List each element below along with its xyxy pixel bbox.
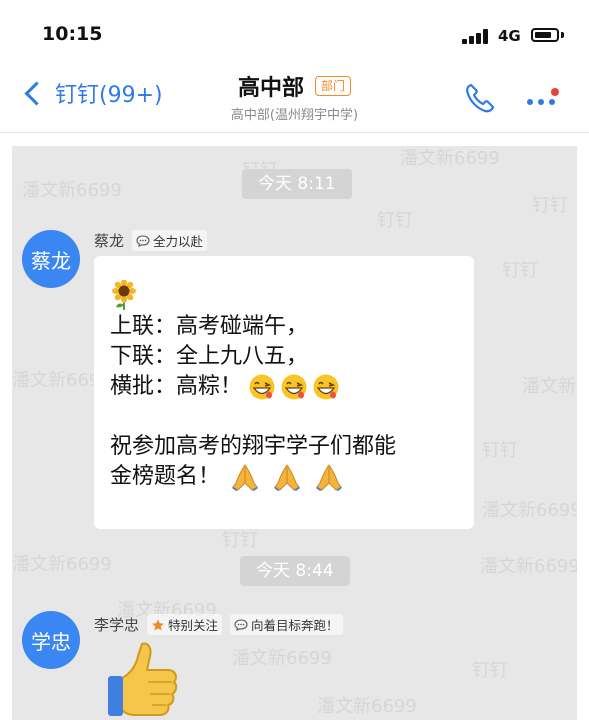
chat-area[interactable]: 潘文新6699 潘文新6699 钉钉 钉钉 钉钉 钉钉 潘文新6699 潘文新6…: [12, 146, 577, 720]
thumbs-up-sticker[interactable]: [104, 640, 184, 720]
message-line: 下联：全上九八五，: [110, 342, 396, 372]
grinning-face-icon: [313, 374, 339, 400]
timestamp-pill: 今天 8:44: [240, 556, 350, 586]
message-line: 金榜题名！: [110, 462, 396, 492]
status-chip: 向着目标奔跑！: [230, 614, 343, 635]
signal-icon: [462, 28, 492, 44]
phone-icon[interactable]: [462, 80, 498, 116]
emoji-row: [230, 463, 344, 491]
sender-name: 蔡龙: [94, 232, 125, 250]
speech-bubble-icon: [234, 618, 248, 631]
watermark: 潘文新6699: [12, 554, 112, 575]
watermark: 钉钉: [502, 260, 538, 281]
watermark: 潘文新6699: [522, 376, 577, 397]
nav-bar: 钉钉(99+) 高中部 部门 高中部(温州翔宇中学): [0, 62, 589, 133]
folded-hands-icon: [316, 464, 343, 491]
watermark: 潘文新6699: [317, 696, 417, 717]
sender-line: 蔡龙 全力以赴: [94, 230, 208, 251]
sunflower-icon: [112, 280, 136, 310]
nav-title-group: 高中部 部门: [0, 70, 589, 102]
watermark: 钉钉: [222, 530, 258, 551]
status-text: 全力以赴: [153, 234, 204, 249]
message-line: 祝参加高考的翔宇学子们都能: [110, 432, 396, 462]
watermark: 潘文新6699: [482, 500, 577, 521]
folded-hands-icon: [274, 464, 301, 491]
message-line-text: 祝参加高考的翔宇学子们都能: [110, 434, 397, 459]
message-text: 上联：高考碰端午， 下联：全上九八五， 横批：高粽！ 祝参加高考的翔宇学子们都能…: [110, 278, 396, 492]
page-subtitle: 高中部(温州翔宇中学): [230, 108, 359, 123]
special-attention-chip: 特别关注: [147, 614, 223, 635]
message-line: 横批：高粽！: [110, 372, 396, 402]
department-tag: 部门: [315, 76, 352, 96]
status-bar: 10:15 4G: [0, 0, 589, 62]
message-line-text: 上联：高考碰端午，: [110, 314, 309, 339]
grinning-face-icon: [249, 374, 275, 400]
watermark: 潘文新6699: [22, 180, 122, 201]
avatar[interactable]: 学忠: [22, 611, 80, 669]
message-line-text: 下联：全上九八五，: [110, 344, 309, 369]
message-line: 上联：高考碰端午，: [110, 312, 396, 342]
battery-icon: [531, 28, 559, 42]
watermark: 钉钉: [482, 440, 518, 461]
sunflower-line: [110, 278, 396, 312]
message-bubble[interactable]: 上联：高考碰端午， 下联：全上九八五， 横批：高粽！ 祝参加高考的翔宇学子们都能…: [94, 256, 474, 529]
special-attention-text: 特别关注: [168, 618, 219, 633]
star-icon: [152, 618, 164, 631]
watermark: 潘文新6699: [232, 648, 332, 669]
sender-line: 李学忠 特别关注 向着目标奔跑！: [94, 614, 343, 635]
watermark: 潘文新6699: [400, 148, 500, 169]
message-line-text: 金榜题名！: [110, 464, 221, 489]
emoji-row: [248, 373, 340, 401]
sender-name: 李学忠: [94, 616, 140, 634]
speech-bubble-icon: [136, 234, 150, 247]
watermark: 钉钉: [472, 660, 508, 681]
timestamp-pill: 今天 8:11: [242, 169, 352, 199]
folded-hands-icon: [232, 464, 259, 491]
watermark: 钉钉: [377, 210, 413, 231]
status-time: 10:15: [42, 23, 103, 45]
more-icon[interactable]: [522, 84, 562, 114]
battery-tip: [561, 32, 564, 38]
page-title: 高中部: [237, 76, 304, 101]
network-label: 4G: [498, 27, 521, 45]
status-text: 向着目标奔跑！: [251, 618, 339, 633]
avatar[interactable]: 蔡龙: [22, 230, 80, 288]
grinning-face-icon: [281, 374, 307, 400]
message-line-text: 横批：高粽！: [110, 374, 243, 399]
status-chip: 全力以赴: [132, 230, 208, 251]
battery-fill: [535, 32, 551, 38]
watermark: 潘文新6699: [480, 556, 577, 577]
watermark: 钉钉: [532, 195, 568, 216]
